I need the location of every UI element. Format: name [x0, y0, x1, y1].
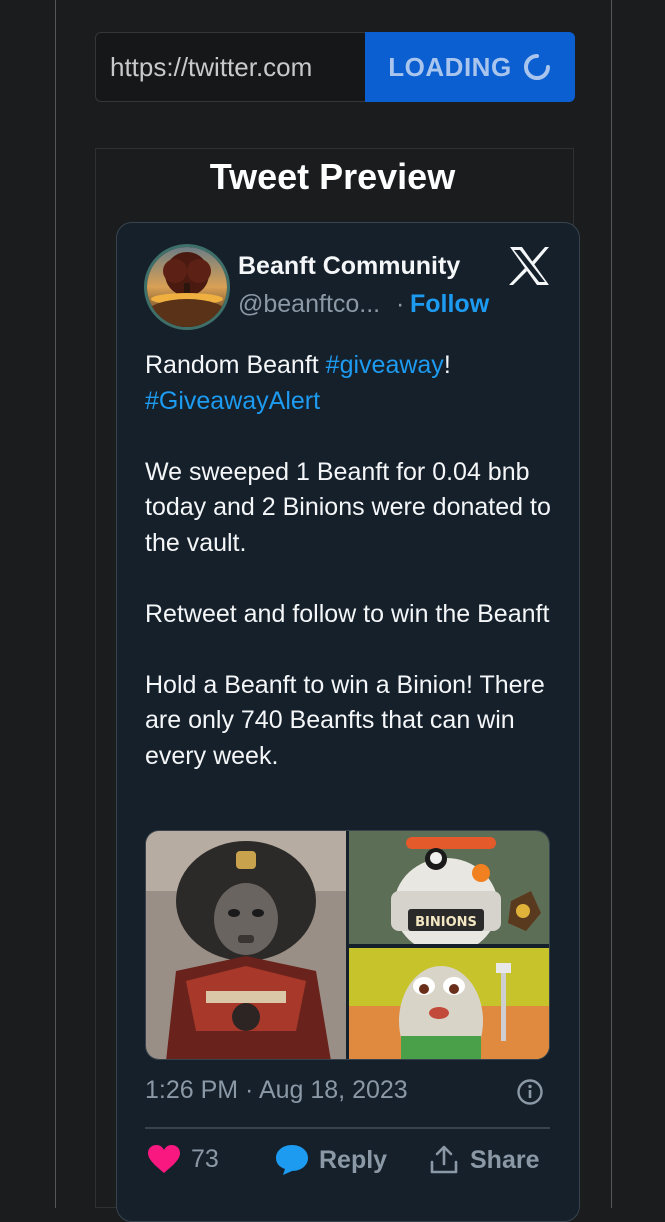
tweet-text-span: Random Beanft	[145, 351, 326, 379]
like-count: 73	[191, 1144, 219, 1173]
tweet-paragraph-3: Retweet and follow to win the Beanft	[145, 599, 550, 628]
tweet-actions: 73 Reply Share	[145, 1144, 555, 1184]
load-button[interactable]: LOADING	[365, 32, 575, 102]
media-image-warrior[interactable]	[146, 831, 346, 1060]
load-button-label: LOADING	[388, 51, 512, 82]
heart-icon	[148, 1145, 180, 1173]
hashtag-giveaway[interactable]: #giveaway	[326, 351, 444, 379]
preview-title: Tweet Preview	[209, 156, 456, 197]
media-image-binion-character[interactable]	[349, 948, 550, 1060]
tweet-media-grid[interactable]: BINIONS	[145, 830, 550, 1060]
media-images: BINIONS	[146, 831, 550, 1060]
hashtag-giveawayalert[interactable]: #GiveawayAlert	[145, 387, 320, 415]
loading-spinner-icon	[523, 54, 550, 80]
avatar[interactable]	[144, 244, 230, 330]
binions-label: BINIONS	[415, 915, 477, 930]
separator-dot: ·	[396, 290, 405, 318]
tweet-line-1: Random Beanft #giveaway!	[145, 348, 555, 384]
like-button[interactable]: 73	[147, 1144, 219, 1174]
follow-link[interactable]: Follow	[410, 290, 489, 319]
tweet-line-2: #GiveawayAlert	[145, 384, 555, 420]
share-upload-icon	[430, 1145, 458, 1174]
url-form: LOADING	[95, 32, 575, 102]
tweet-text-span: !	[443, 351, 451, 379]
avatar-tree-image	[147, 247, 227, 327]
author-name[interactable]: Beanft Community	[238, 252, 460, 281]
media-image-binion-helmet[interactable]: BINIONS	[349, 831, 550, 954]
share-button[interactable]: Share	[428, 1144, 539, 1176]
reply-button[interactable]: Reply	[275, 1144, 387, 1176]
tweet-text: Random Beanft #giveaway! #GiveawayAlert …	[145, 348, 555, 774]
tweet-paragraph-2: We sweeped 1 Beanft for 0.04 bnb today a…	[145, 457, 551, 557]
info-icon[interactable]	[516, 1078, 544, 1106]
reply-label: Reply	[319, 1145, 388, 1174]
actions-divider	[145, 1127, 550, 1129]
share-label: Share	[470, 1145, 540, 1174]
tweet-url-input[interactable]	[95, 32, 365, 102]
tweet-timestamp[interactable]: 1:26 PM · Aug 18, 2023	[145, 1076, 408, 1105]
x-logo-icon[interactable]	[508, 246, 550, 286]
reply-bubble-icon	[276, 1145, 308, 1175]
tweet-paragraph-4: Hold a Beanft to win a Binion! There are…	[145, 670, 545, 770]
author-handle[interactable]: @beanftco...	[238, 290, 388, 319]
